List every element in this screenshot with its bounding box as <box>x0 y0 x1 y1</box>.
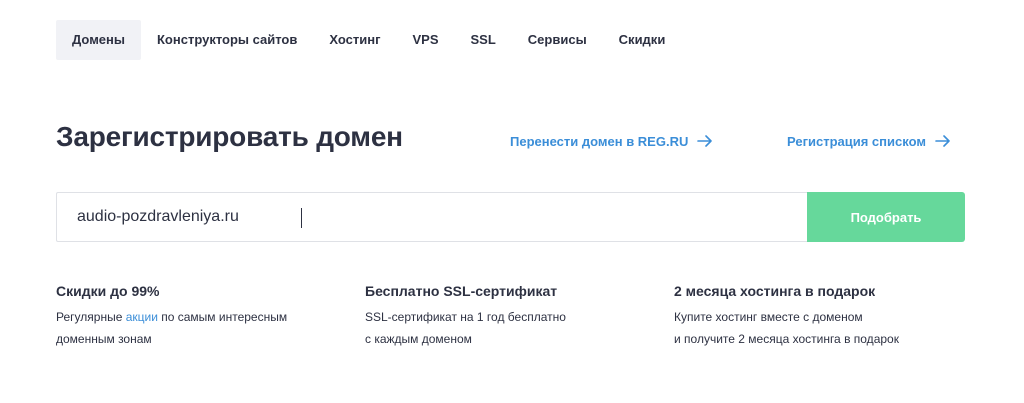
feature-title: 2 месяца хостинга в подарок <box>674 283 876 299</box>
transfer-domain-link-label: Перенести домен в REG.RU <box>510 133 689 149</box>
nav-item-ssl[interactable]: SSL <box>455 20 512 60</box>
nav-item-site-builders[interactable]: Конструкторы сайтов <box>141 20 313 60</box>
feature-free-ssl: Бесплатно SSL-сертификат SSL-сертификат … <box>365 283 655 350</box>
promotions-link[interactable]: акции <box>126 310 158 324</box>
feature-discounts: Скидки до 99% Регулярные акции по самым … <box>56 283 346 350</box>
domain-search-input[interactable] <box>77 208 777 226</box>
feature-text: SSL-сертификат на 1 год бесплатно с кажд… <box>365 306 655 350</box>
bulk-registration-link-label: Регистрация списком <box>787 133 926 149</box>
bulk-registration-link[interactable]: Регистрация списком <box>787 131 951 151</box>
feature-text-part: Регулярные <box>56 310 126 324</box>
feature-text-part: доменным зонам <box>56 332 152 346</box>
feature-text-part: по самым интересным <box>157 310 288 324</box>
pick-domain-button[interactable]: Подобрать <box>807 192 965 242</box>
feature-text: Купите хостинг вместе с доменом и получи… <box>674 306 964 350</box>
nav-item-domains[interactable]: Домены <box>56 20 141 60</box>
feature-text-part: SSL-сертификат на 1 год бесплатно <box>365 310 566 324</box>
feature-text-part: с каждым доменом <box>365 332 472 346</box>
nav-item-discounts[interactable]: Скидки <box>603 20 682 60</box>
domain-search-box <box>56 192 808 242</box>
top-navigation: Домены Конструкторы сайтов Хостинг VPS S… <box>56 20 681 60</box>
arrow-right-icon <box>697 135 713 147</box>
feature-title: Бесплатно SSL-сертификат <box>365 283 558 299</box>
feature-text: Регулярные акции по самым интересным дом… <box>56 306 346 350</box>
transfer-domain-link[interactable]: Перенести домен в REG.RU <box>510 131 713 151</box>
text-cursor <box>301 208 302 228</box>
nav-item-services[interactable]: Сервисы <box>512 20 603 60</box>
feature-hosting-gift: 2 месяца хостинга в подарок Купите хости… <box>674 283 964 350</box>
nav-item-hosting[interactable]: Хостинг <box>313 20 396 60</box>
feature-text-part: Купите хостинг вместе с доменом <box>674 310 863 324</box>
feature-text-part: и получите 2 месяца хостинга в подарок <box>674 332 899 346</box>
feature-title: Скидки до 99% <box>56 283 160 299</box>
nav-item-vps[interactable]: VPS <box>396 20 454 60</box>
arrow-right-icon <box>935 135 950 147</box>
page-title: Зарегистрировать домен <box>56 121 403 152</box>
